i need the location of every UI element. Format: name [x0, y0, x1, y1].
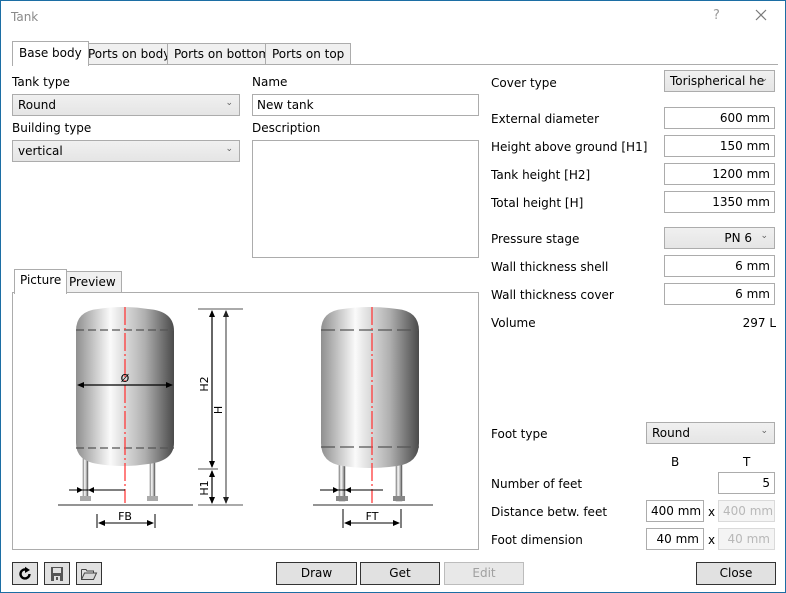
number-of-feet-input[interactable]: 5	[718, 472, 775, 494]
distance-feet-label: Distance betw. feet	[491, 505, 608, 519]
ft-label: FT	[366, 510, 379, 523]
chevron-down-icon: ⌄	[760, 74, 768, 84]
cover-type-value: Torispherical he	[670, 74, 765, 88]
close-button[interactable]: Close	[696, 562, 776, 585]
name-label: Name	[252, 75, 288, 89]
foot-type-select[interactable]: Round ⌄	[646, 422, 775, 444]
distance-feet-t-input[interactable]: 400 mm	[718, 500, 775, 522]
get-button[interactable]: Get	[360, 562, 440, 585]
tank-figure-top: FT	[313, 307, 433, 528]
edit-button[interactable]: Edit	[444, 562, 524, 585]
external-diameter-input[interactable]: 600 mm	[664, 107, 775, 129]
wall-thickness-cover-label: Wall thickness cover	[491, 288, 614, 302]
cover-type-label: Cover type	[491, 76, 557, 90]
h2-label: H2	[198, 376, 211, 391]
window-title: Tank	[11, 10, 39, 24]
help-button[interactable]: ?	[713, 8, 720, 23]
cover-type-select[interactable]: Torispherical he ⌄	[664, 70, 775, 92]
open-button[interactable]	[76, 562, 102, 585]
tank-type-value: Round	[18, 98, 56, 112]
chevron-down-icon: ⌄	[760, 426, 768, 436]
save-button[interactable]	[44, 562, 70, 585]
refresh-icon	[19, 566, 31, 580]
pressure-stage-label: Pressure stage	[491, 232, 580, 246]
chevron-down-icon: ⌄	[225, 144, 233, 154]
number-of-feet-label: Number of feet	[491, 477, 583, 491]
tank-figure-bottom: Ø FB	[58, 307, 193, 528]
height-above-ground-label: Height above ground [H1]	[491, 140, 648, 154]
tab-ports-on-bottom[interactable]: Ports on bottom	[167, 43, 278, 65]
height-above-ground-input[interactable]: 150 mm	[664, 135, 775, 157]
wall-thickness-shell-input[interactable]: 6 mm	[664, 255, 775, 277]
tank-drawing: Ø FB H2 H H1 FT	[58, 307, 433, 528]
wall-thickness-shell-label: Wall thickness shell	[491, 260, 609, 274]
foot-dimension-label: Foot dimension	[491, 533, 583, 547]
tab-ports-on-body[interactable]: Ports on body	[81, 43, 178, 65]
chevron-down-icon: ⌄	[760, 231, 768, 241]
distance-feet-b-input[interactable]: 400 mm	[646, 500, 704, 522]
foot-type-value: Round	[652, 426, 690, 440]
tank-dialog: Tank ? Base body Ports on body Ports on …	[0, 0, 786, 593]
leg-foot	[80, 496, 91, 501]
name-input[interactable]: New tank	[252, 94, 479, 116]
open-folder-icon	[81, 568, 98, 580]
tank-type-label: Tank type	[12, 75, 70, 89]
building-type-value: vertical	[18, 144, 63, 158]
building-type-select[interactable]: vertical ⌄	[12, 140, 240, 162]
leg-foot	[393, 496, 405, 501]
refresh-button[interactable]	[12, 562, 38, 585]
title-bar: Tank ?	[1, 1, 785, 33]
tank-height-label: Tank height [H2]	[491, 168, 591, 182]
height-dimensions: H2 H H1	[198, 308, 243, 506]
h-label: H	[212, 406, 225, 414]
diameter-symbol: Ø	[121, 372, 130, 385]
tank-body	[321, 307, 419, 468]
building-type-label: Building type	[12, 121, 92, 135]
tank-type-select[interactable]: Round ⌄	[12, 94, 240, 116]
total-height-input[interactable]: 1350 mm	[664, 191, 775, 213]
wall-thickness-cover-input[interactable]: 6 mm	[664, 283, 775, 305]
foot-type-label: Foot type	[491, 427, 548, 441]
times-sign: x	[708, 505, 716, 519]
foot-dimension-b-input[interactable]: 40 mm	[646, 528, 704, 550]
column-b-header: B	[671, 455, 680, 469]
description-textarea[interactable]	[252, 140, 479, 258]
tab-base-body[interactable]: Base body	[12, 41, 89, 66]
close-icon	[755, 9, 767, 21]
save-icon	[51, 566, 63, 581]
description-label: Description	[252, 121, 321, 135]
chevron-down-icon: ⌄	[225, 98, 233, 108]
pressure-stage-select[interactable]: PN 6 ⌄	[664, 227, 775, 249]
volume-value: 297 L	[742, 316, 776, 330]
volume-label: Volume	[491, 316, 536, 330]
tab-preview[interactable]: Preview	[63, 271, 122, 293]
times-sign: x	[708, 533, 716, 547]
tank-height-input[interactable]: 1200 mm	[664, 163, 775, 185]
draw-button[interactable]: Draw	[276, 562, 357, 585]
leg-foot	[336, 496, 348, 501]
close-window-button[interactable]	[753, 7, 769, 23]
tab-ports-on-top[interactable]: Ports on top	[265, 43, 352, 65]
fb-label: FB	[118, 510, 132, 523]
tab-picture[interactable]: Picture	[14, 269, 68, 294]
column-t-header: T	[743, 455, 751, 469]
external-diameter-label: External diameter	[491, 112, 599, 126]
leg-foot	[147, 496, 158, 501]
picture-panel: Ø FB H2 H H1 FT	[12, 292, 479, 550]
foot-dimension-t-input[interactable]: 40 mm	[718, 528, 775, 550]
h1-label: H1	[198, 480, 211, 495]
total-height-label: Total height [H]	[491, 196, 584, 210]
pressure-stage-value: PN 6	[724, 231, 752, 245]
tab-divider	[12, 64, 778, 65]
